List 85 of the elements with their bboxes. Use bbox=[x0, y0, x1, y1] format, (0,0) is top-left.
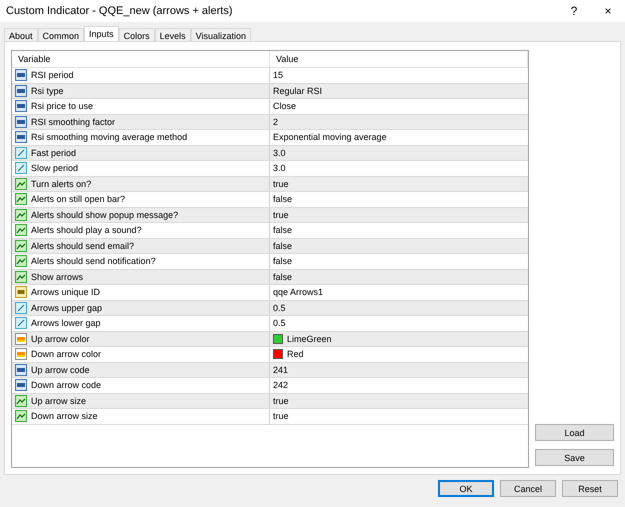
chart-icon bbox=[15, 240, 27, 252]
tab[interactable]: Visualization bbox=[190, 28, 251, 41]
fraction-icon bbox=[15, 302, 27, 314]
variable-name: RSI smoothing factor bbox=[31, 116, 116, 127]
variable-name: Down arrow size bbox=[31, 411, 98, 422]
window-title: Custom Indicator - QQE_new (arrows + alerts) bbox=[6, 5, 234, 17]
chart-icon bbox=[15, 193, 27, 206]
side-button[interactable]: Save bbox=[535, 449, 614, 466]
variable-value[interactable]: true bbox=[273, 411, 289, 422]
variable-name: Alerts should send notification? bbox=[31, 256, 156, 266]
number-icon bbox=[15, 116, 27, 128]
chart-icon bbox=[15, 255, 27, 268]
variable-value[interactable]: Close bbox=[273, 101, 296, 112]
variable-name: Up arrow color bbox=[31, 334, 90, 344]
variable-value[interactable]: 15 bbox=[273, 70, 284, 80]
dialog-button[interactable]: Cancel bbox=[500, 480, 556, 497]
variable-value[interactable]: 2 bbox=[273, 116, 278, 127]
variable-value[interactable]: true bbox=[273, 178, 289, 189]
number-icon bbox=[15, 379, 27, 392]
variable-value[interactable]: LimeGreen bbox=[287, 334, 332, 344]
variable-name: Alerts should show popup message? bbox=[31, 210, 178, 220]
chart-icon bbox=[15, 270, 27, 283]
chart-icon bbox=[15, 410, 27, 422]
variable-value[interactable]: true bbox=[273, 210, 289, 220]
variable-name: Up arrow size bbox=[31, 396, 86, 406]
variable-value[interactable]: Red bbox=[287, 349, 304, 360]
dialog-button[interactable]: OK bbox=[438, 480, 494, 497]
variable-name: Alerts on still open bar? bbox=[31, 194, 126, 204]
variable-value[interactable]: false bbox=[273, 272, 292, 282]
palette-icon bbox=[15, 332, 27, 345]
variable-name: Rsi smoothing moving average method bbox=[31, 132, 188, 142]
variable-name: Fast period bbox=[31, 148, 76, 158]
variable-value[interactable]: 3.0 bbox=[273, 148, 286, 158]
column-header[interactable]: Value bbox=[270, 51, 528, 67]
text-icon bbox=[15, 286, 27, 298]
close-button[interactable]: × bbox=[591, 4, 625, 18]
chart-icon bbox=[15, 178, 27, 190]
variable-name: Alerts should play a sound? bbox=[31, 225, 142, 236]
variable-name: Down arrow color bbox=[31, 349, 102, 360]
tab[interactable]: Colors bbox=[118, 28, 155, 41]
tab[interactable]: About bbox=[4, 28, 38, 41]
fraction-icon bbox=[15, 146, 27, 159]
variable-name: RSI period bbox=[31, 70, 74, 80]
dialog-button[interactable]: Reset bbox=[562, 480, 618, 497]
variable-name: Down arrow code bbox=[31, 380, 102, 390]
number-icon bbox=[15, 100, 27, 112]
number-icon bbox=[15, 84, 27, 97]
side-button[interactable]: Load bbox=[535, 424, 614, 441]
variable-name: Alerts should send email? bbox=[31, 240, 134, 251]
number-icon bbox=[15, 131, 27, 144]
variable-name: Arrows unique ID bbox=[31, 287, 100, 298]
variable-value[interactable]: true bbox=[273, 396, 289, 406]
number-icon bbox=[15, 69, 27, 82]
tab[interactable]: Levels bbox=[154, 28, 191, 41]
fraction-icon bbox=[15, 317, 27, 330]
variable-value[interactable]: qqe Arrows1 bbox=[273, 287, 324, 298]
variable-value[interactable]: 242 bbox=[273, 380, 288, 390]
tab[interactable]: Common bbox=[38, 28, 84, 41]
variable-name: Arrows upper gap bbox=[31, 302, 102, 313]
variable-value[interactable]: false bbox=[273, 240, 292, 251]
column-header[interactable]: Variable bbox=[12, 51, 270, 67]
variable-value[interactable]: false bbox=[273, 225, 292, 236]
variable-value[interactable]: Regular RSI bbox=[273, 86, 322, 96]
number-icon bbox=[15, 364, 27, 376]
variable-value[interactable]: 0.5 bbox=[273, 318, 286, 328]
variable-value[interactable]: 3.0 bbox=[273, 163, 286, 174]
variable-name: Turn alerts on? bbox=[31, 178, 92, 189]
variable-name: Arrows lower gap bbox=[31, 318, 101, 328]
variable-name: Up arrow code bbox=[31, 364, 90, 375]
variable-value[interactable]: 241 bbox=[273, 364, 288, 375]
variable-value[interactable]: 0.5 bbox=[273, 302, 286, 313]
variable-value[interactable]: false bbox=[273, 256, 292, 266]
chart-icon bbox=[15, 224, 27, 236]
palette-icon bbox=[15, 348, 27, 360]
variable-value[interactable]: Exponential moving average bbox=[273, 132, 387, 142]
variable-name: Rsi type bbox=[31, 86, 64, 96]
chart-icon bbox=[15, 208, 27, 221]
variable-name: Rsi price to use bbox=[31, 101, 94, 112]
fraction-icon bbox=[15, 162, 27, 174]
chart-icon bbox=[15, 394, 27, 407]
tab[interactable]: Inputs bbox=[84, 26, 119, 41]
variable-name: Slow period bbox=[31, 163, 78, 174]
variable-value[interactable]: false bbox=[273, 194, 292, 204]
help-button[interactable]: ? bbox=[557, 4, 591, 18]
variable-name: Show arrows bbox=[31, 272, 84, 282]
